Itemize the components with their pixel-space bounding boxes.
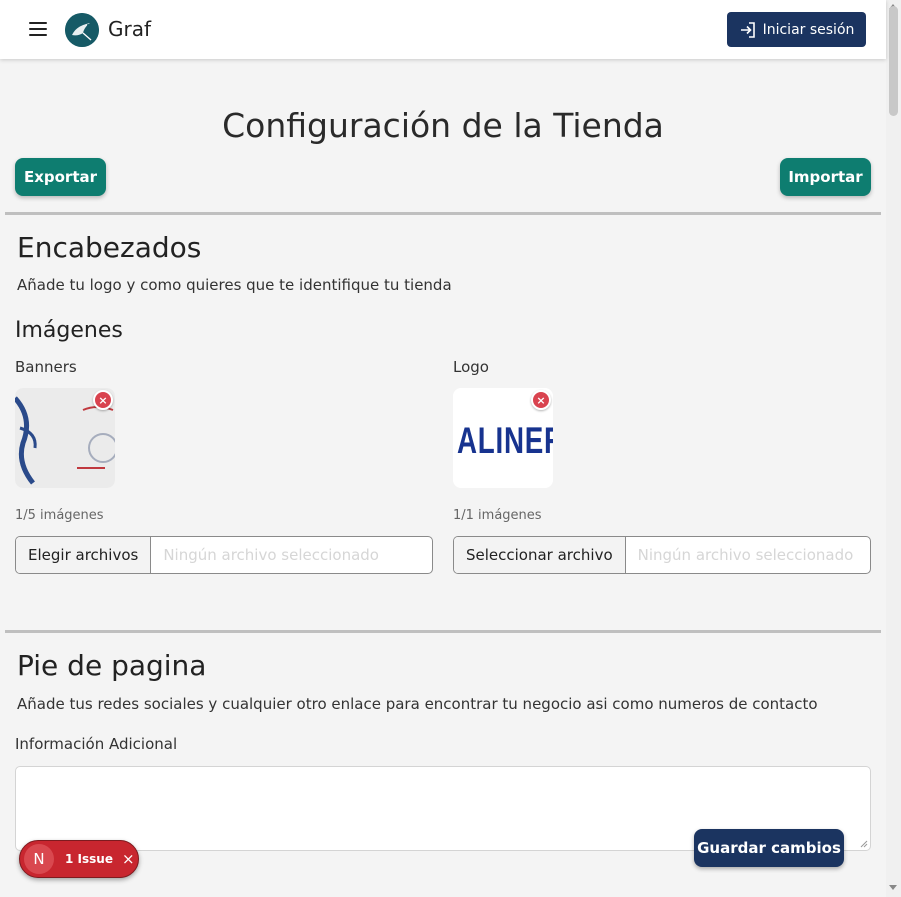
scrollbar-thumb[interactable] (889, 6, 898, 116)
additional-info-label: Información Adicional (15, 735, 178, 753)
headers-section-title: Encabezados (17, 231, 202, 264)
top-navbar: Graf Iniciar sesión (0, 0, 886, 59)
export-button[interactable]: Exportar (15, 158, 106, 196)
remove-logo-button[interactable]: × (531, 390, 551, 410)
brand-name[interactable]: Graf (108, 17, 151, 41)
brand-logo-icon[interactable] (65, 13, 99, 47)
import-button[interactable]: Importar (780, 158, 871, 196)
section-divider (5, 630, 881, 633)
page-title: Configuración de la Tienda (222, 106, 664, 145)
issues-count[interactable]: 1 Issue (65, 852, 113, 866)
footer-section-title: Pie de pagina (17, 649, 207, 682)
banners-label: Banners (15, 358, 77, 376)
banners-file-input[interactable]: Elegir archivos Ningún archivo seleccion… (15, 536, 433, 574)
images-subtitle: Imágenes (15, 318, 123, 343)
close-icon[interactable]: × (122, 850, 135, 868)
logo-select-file-button[interactable]: Seleccionar archivo (454, 537, 626, 573)
page-scrollbar[interactable] (886, 0, 901, 897)
logo-image-text: ALINERI (457, 420, 553, 461)
login-button[interactable]: Iniciar sesión (727, 12, 866, 47)
save-changes-button[interactable]: Guardar cambios (694, 829, 844, 867)
banners-count: 1/5 imágenes (15, 508, 104, 523)
logo-file-input[interactable]: Seleccionar archivo Ningún archivo selec… (453, 536, 871, 574)
issues-indicator[interactable]: N 1 Issue × (19, 840, 139, 878)
sign-in-icon (740, 21, 755, 38)
banners-file-status: Ningún archivo seleccionado (163, 546, 379, 564)
footer-section-description: Añade tus redes sociales y cualquier otr… (17, 695, 818, 713)
section-divider (5, 212, 881, 215)
logo-count: 1/1 imágenes (453, 508, 542, 523)
banners-choose-files-button[interactable]: Elegir archivos (16, 537, 152, 573)
headers-section-description: Añade tu logo y como quieres que te iden… (17, 276, 452, 294)
scroll-down-icon[interactable] (889, 885, 897, 890)
resize-handle-icon[interactable] (860, 840, 868, 848)
logo-label: Logo (453, 358, 489, 376)
remove-banner-button[interactable]: × (93, 390, 113, 410)
hamburger-icon[interactable] (29, 22, 47, 36)
next-logo-icon[interactable]: N (24, 844, 54, 874)
logo-file-status: Ningún archivo seleccionado (637, 546, 854, 564)
login-label: Iniciar sesión (762, 21, 855, 38)
